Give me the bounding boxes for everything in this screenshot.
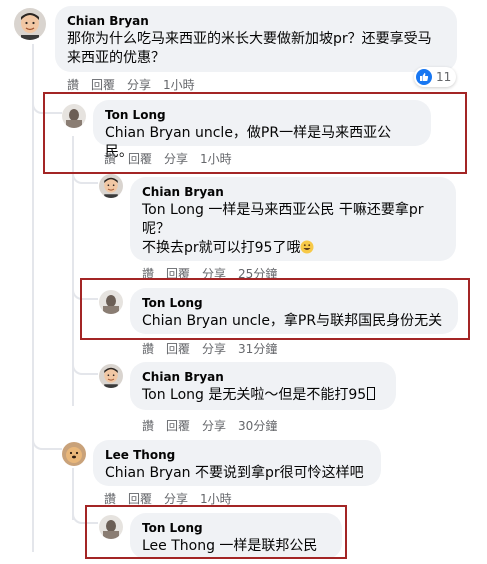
comment-bubble: Chian Bryan Ton Long 是无关啦～但是不能打95	[130, 362, 396, 410]
ton-long-avatar[interactable]	[62, 104, 86, 128]
comment-actions: 讚回覆 分享 1小時	[67, 77, 195, 93]
reply-action[interactable]: 回覆	[166, 418, 190, 434]
reaction-count-badge[interactable]: 11	[414, 67, 457, 87]
thread-elbow	[32, 92, 62, 114]
comment-bubble: Ton Long Chian Bryan uncle，拿PR与联邦国民身份无关	[130, 288, 458, 334]
share-action[interactable]: 分享	[127, 77, 151, 93]
share-action[interactable]: 分享	[164, 151, 188, 167]
comment-bubble: Ton Long Lee Thong 一样是联邦公民	[130, 513, 342, 559]
reply-action[interactable]: 回覆	[166, 341, 190, 357]
like-action[interactable]: 讚	[142, 341, 154, 357]
comment-actions: 讚回覆 分享 31分鐘	[142, 341, 277, 357]
share-action[interactable]: 分享	[202, 341, 226, 357]
share-action[interactable]: 分享	[202, 266, 226, 282]
comment-text-line: Ton Long 是无关啦～但是不能打95	[142, 386, 384, 405]
dog-photo-icon	[62, 442, 86, 466]
comment-actions: 讚回覆 分享 1小時	[104, 491, 232, 507]
comment-bubble: Chian Bryan 那你为什么吃马来西亚的米长大要做新加坡pr？还要享受马来…	[55, 6, 457, 72]
like-action[interactable]: 讚	[142, 418, 154, 434]
comment-author[interactable]: Ton Long	[142, 520, 330, 536]
share-action[interactable]: 分享	[202, 418, 226, 434]
reaction-count: 11	[436, 70, 452, 84]
person-photo-icon	[99, 174, 123, 198]
thread-elbow	[32, 420, 62, 450]
comment-bubble: Ton Long Chian Bryan uncle，做PR一样是马来西亚公民。	[93, 100, 431, 160]
timestamp[interactable]: 25分鐘	[238, 266, 277, 282]
reply-action[interactable]: 回覆	[128, 491, 152, 507]
like-action[interactable]: 讚	[104, 151, 116, 167]
grinning-face-emoji-icon	[300, 240, 314, 254]
timestamp[interactable]: 31分鐘	[238, 341, 277, 357]
like-action[interactable]: 讚	[142, 266, 154, 282]
comment-author[interactable]: Chian Bryan	[67, 13, 445, 29]
like-action[interactable]: 讚	[67, 77, 79, 93]
share-action[interactable]: 分享	[164, 491, 188, 507]
comment-text: Ton Long 一样是马来西亚公民 干嘛还要拿pr呢？	[142, 202, 424, 237]
thread-elbow	[72, 350, 98, 375]
comment-text-part: 不换去pr就可以打95了哦	[142, 240, 301, 256]
comment-actions: 讚回覆 分享 25分鐘	[142, 266, 277, 282]
comment-text: Ton Long 是无关啦～但是不能打95	[142, 387, 367, 403]
comment-author[interactable]: Ton Long	[105, 107, 419, 123]
reply-action[interactable]: 回覆	[91, 77, 115, 93]
comment-text: Chian Bryan uncle，拿PR与联邦国民身份无关	[142, 313, 443, 329]
comment-text-line: 不换去pr就可以打95了哦	[142, 239, 444, 258]
reply-action[interactable]: 回覆	[166, 266, 190, 282]
comment-actions: 讚回覆 分享 30分鐘	[142, 418, 277, 434]
comment-text: 那你为什么吃马来西亚的米长大要做新加坡pr？还要享受马来西亚的优惠？	[67, 31, 432, 66]
timestamp[interactable]: 30分鐘	[238, 418, 277, 434]
comment-text: Chian Bryan 不要说到拿pr很可怜这样吧	[105, 465, 364, 481]
timestamp[interactable]: 1小時	[163, 77, 195, 93]
person-photo-icon	[99, 515, 123, 539]
lee-thong-avatar[interactable]	[62, 442, 86, 466]
thumbs-up-icon	[416, 69, 432, 85]
thread-elbow	[72, 280, 98, 300]
ton-long-avatar[interactable]	[99, 290, 123, 314]
person-photo-icon	[99, 290, 123, 314]
comment-author[interactable]: Lee Thong	[105, 447, 369, 463]
comment-actions: 讚回覆 分享 1小時	[104, 151, 232, 167]
timestamp[interactable]: 1小時	[200, 491, 232, 507]
ton-long-avatar[interactable]	[99, 515, 123, 539]
comment-bubble: Chian Bryan Ton Long 一样是马来西亚公民 干嘛还要拿pr呢？…	[130, 177, 456, 261]
timestamp[interactable]: 1小時	[200, 151, 232, 167]
chian-bryan-avatar[interactable]	[99, 364, 123, 388]
comment-author[interactable]: Chian Bryan	[142, 184, 444, 200]
missing-glyph-icon	[367, 387, 376, 400]
thread-line-main	[32, 44, 34, 552]
like-action[interactable]: 讚	[104, 491, 116, 507]
reply-action[interactable]: 回覆	[128, 151, 152, 167]
person-photo-icon	[14, 8, 46, 40]
person-photo-icon	[62, 104, 86, 128]
comment-author[interactable]: Ton Long	[142, 295, 446, 311]
comment-text: Lee Thong 一样是联邦公民	[142, 538, 318, 554]
chian-bryan-avatar[interactable]	[14, 8, 46, 40]
thread-elbow	[72, 500, 98, 524]
thread-elbow	[72, 160, 98, 184]
person-photo-icon	[99, 364, 123, 388]
comment-bubble: Lee Thong Chian Bryan 不要说到拿pr很可怜这样吧	[93, 440, 381, 486]
comment-author[interactable]: Chian Bryan	[142, 369, 384, 385]
chian-bryan-avatar[interactable]	[99, 174, 123, 198]
